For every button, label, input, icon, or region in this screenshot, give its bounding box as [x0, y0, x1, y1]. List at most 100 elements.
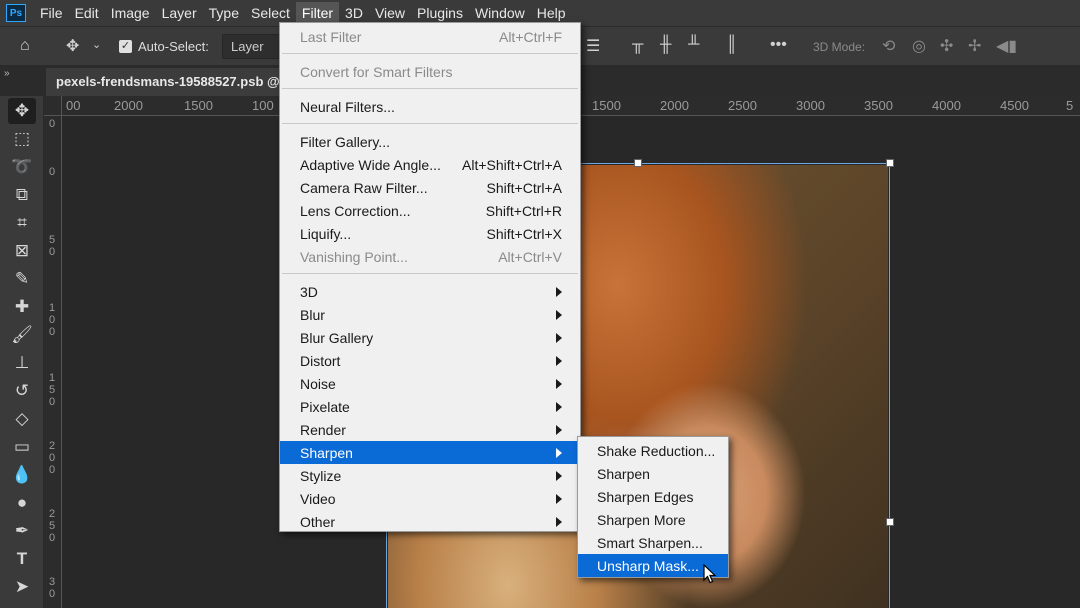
- menu-type[interactable]: Type: [203, 2, 245, 24]
- menu-item-label: Last Filter: [300, 28, 362, 45]
- transform-handle[interactable]: [634, 159, 642, 167]
- submenu-item-sharpen-edges[interactable]: Sharpen Edges: [578, 485, 728, 508]
- menu-filter[interactable]: Filter: [295, 2, 340, 24]
- pen-tool-icon[interactable]: ✒: [8, 518, 36, 544]
- 3d-orbit-icon[interactable]: ⟲: [882, 36, 895, 56]
- object-selection-tool-icon[interactable]: ⧉: [8, 182, 36, 208]
- submenu-item-shake-reduction[interactable]: Shake Reduction...: [578, 439, 728, 462]
- menu-item-stylize[interactable]: Stylize: [280, 464, 580, 487]
- menu-item-vanishing-point: Vanishing Point... Alt+Ctrl+V: [280, 245, 580, 268]
- menu-view[interactable]: View: [369, 2, 411, 24]
- eraser-tool-icon[interactable]: ◇: [8, 406, 36, 432]
- move-tool-icon[interactable]: ✥: [8, 98, 36, 124]
- 3d-roll-icon[interactable]: ◎: [912, 36, 926, 56]
- menu-item-render[interactable]: Render: [280, 418, 580, 441]
- blur-tool-icon[interactable]: 💧: [8, 462, 36, 488]
- align-bottom-icon[interactable]: ╨: [688, 36, 699, 54]
- menu-3d[interactable]: 3D: [339, 2, 369, 24]
- menu-item-other[interactable]: Other: [280, 510, 580, 533]
- menu-separator: [282, 123, 578, 124]
- distribute-icon[interactable]: ║: [726, 36, 737, 54]
- menu-item-label: Adaptive Wide Angle...: [300, 156, 441, 173]
- menu-item-label: Render: [300, 421, 346, 438]
- menu-separator: [282, 88, 578, 89]
- menu-separator: [282, 273, 578, 274]
- menu-item-video[interactable]: Video: [280, 487, 580, 510]
- 3d-camera-icon[interactable]: ◀▮: [996, 36, 1017, 56]
- healing-brush-tool-icon[interactable]: ✚: [8, 294, 36, 320]
- transform-handle[interactable]: [886, 159, 894, 167]
- document-tab[interactable]: pexels-frendsmans-19588527.psb @: [46, 68, 286, 96]
- submenu-item-sharpen[interactable]: Sharpen: [578, 462, 728, 485]
- clone-stamp-tool-icon[interactable]: ⊥: [8, 350, 36, 376]
- menu-item-label: Filter Gallery...: [300, 133, 390, 150]
- menu-item-neural-filters[interactable]: Neural Filters...: [280, 95, 580, 118]
- tools-panel: ✥ ⬚ ➰ ⧉ ⌗ ⊠ ✎ ✚ 🖌 ⊥ ↺ ◇ ▭ 💧 ● ✒ T ➤: [0, 96, 44, 608]
- menu-file[interactable]: File: [34, 2, 69, 24]
- move-tool-icon[interactable]: ✥: [66, 36, 79, 56]
- menu-item-sharpen[interactable]: Sharpen: [280, 441, 580, 464]
- menu-item-3d[interactable]: 3D: [280, 280, 580, 303]
- menu-item-convert-for-smart-filters: Convert for Smart Filters: [280, 60, 580, 83]
- menu-plugins[interactable]: Plugins: [411, 2, 469, 24]
- ruler-label: 3500: [864, 98, 893, 113]
- menu-item-label: Convert for Smart Filters: [300, 63, 453, 80]
- ruler-label: 00: [66, 98, 81, 113]
- menu-edit[interactable]: Edit: [69, 2, 105, 24]
- transform-handle[interactable]: [886, 518, 894, 526]
- menu-select[interactable]: Select: [245, 2, 296, 24]
- more-options-icon[interactable]: •••: [770, 36, 787, 54]
- menu-item-label: Blur Gallery: [300, 329, 374, 346]
- align-middle-icon[interactable]: ╫: [660, 36, 671, 54]
- auto-select-checkbox[interactable]: ✓: [119, 40, 132, 53]
- align-icon[interactable]: ☰: [586, 36, 600, 56]
- menu-items: File Edit Image Layer Type Select Filter 3D View…: [34, 2, 572, 24]
- align-top-icon[interactable]: ╥: [632, 36, 643, 54]
- menu-item-distort[interactable]: Distort: [280, 349, 580, 372]
- menu-item-camera-raw-filter[interactable]: Camera Raw Filter... Shift+Ctrl+A: [280, 176, 580, 199]
- menu-item-label: Video: [300, 490, 336, 507]
- menu-image[interactable]: Image: [105, 2, 156, 24]
- history-brush-tool-icon[interactable]: ↺: [8, 378, 36, 404]
- menu-item-shortcut: Alt+Ctrl+V: [498, 248, 562, 265]
- type-tool-icon[interactable]: T: [8, 546, 36, 572]
- menu-item-blur[interactable]: Blur: [280, 303, 580, 326]
- eyedropper-tool-icon[interactable]: ✎: [8, 266, 36, 292]
- menu-help[interactable]: Help: [531, 2, 572, 24]
- menu-item-blur-gallery[interactable]: Blur Gallery: [280, 326, 580, 349]
- path-selection-tool-icon[interactable]: ➤: [8, 574, 36, 600]
- submenu-item-smart-sharpen[interactable]: Smart Sharpen...: [578, 531, 728, 554]
- submenu-item-sharpen-more[interactable]: Sharpen More: [578, 508, 728, 531]
- menu-item-shortcut: Shift+Ctrl+R: [485, 202, 562, 219]
- 3d-pan-icon[interactable]: ✣: [940, 36, 953, 56]
- menu-item-noise[interactable]: Noise: [280, 372, 580, 395]
- photoshop-logo-icon: Ps: [6, 4, 26, 22]
- marquee-tool-icon[interactable]: ⬚: [8, 126, 36, 152]
- menu-item-adaptive-wide-angle[interactable]: Adaptive Wide Angle... Alt+Shift+Ctrl+A: [280, 153, 580, 176]
- menu-item-lens-correction[interactable]: Lens Correction... Shift+Ctrl+R: [280, 199, 580, 222]
- frame-tool-icon[interactable]: ⊠: [8, 238, 36, 264]
- menu-layer[interactable]: Layer: [156, 2, 203, 24]
- crop-tool-icon[interactable]: ⌗: [8, 210, 36, 236]
- menu-item-pixelate[interactable]: Pixelate: [280, 395, 580, 418]
- menu-item-shortcut: Alt+Shift+Ctrl+A: [462, 156, 562, 173]
- collapse-panels-icon[interactable]: »: [4, 68, 10, 79]
- brush-tool-icon[interactable]: 🖌: [8, 322, 36, 348]
- dodge-tool-icon[interactable]: ●: [8, 490, 36, 516]
- vertical-ruler[interactable]: 0 0 5 0 1 0 0 1 5 0 2 0 0 2 5 0 3 0: [44, 116, 62, 608]
- lasso-tool-icon[interactable]: ➰: [8, 154, 36, 180]
- submenu-arrow-icon: [556, 470, 562, 481]
- gradient-tool-icon[interactable]: ▭: [8, 434, 36, 460]
- menu-window[interactable]: Window: [469, 2, 531, 24]
- 3d-slide-icon[interactable]: ✢: [968, 36, 981, 56]
- layer-select[interactable]: Layer: [222, 34, 282, 59]
- menu-item-filter-gallery[interactable]: Filter Gallery...: [280, 130, 580, 153]
- menu-item-label: Sharpen: [300, 444, 353, 461]
- ruler-label: 2000: [114, 98, 143, 113]
- menu-item-label: Pixelate: [300, 398, 350, 415]
- chevron-down-icon[interactable]: ⌄: [92, 38, 101, 51]
- home-icon[interactable]: ⌂: [20, 37, 30, 55]
- submenu-arrow-icon: [556, 332, 562, 343]
- menu-item-liquify[interactable]: Liquify... Shift+Ctrl+X: [280, 222, 580, 245]
- menu-item-shortcut: Shift+Ctrl+X: [486, 225, 562, 242]
